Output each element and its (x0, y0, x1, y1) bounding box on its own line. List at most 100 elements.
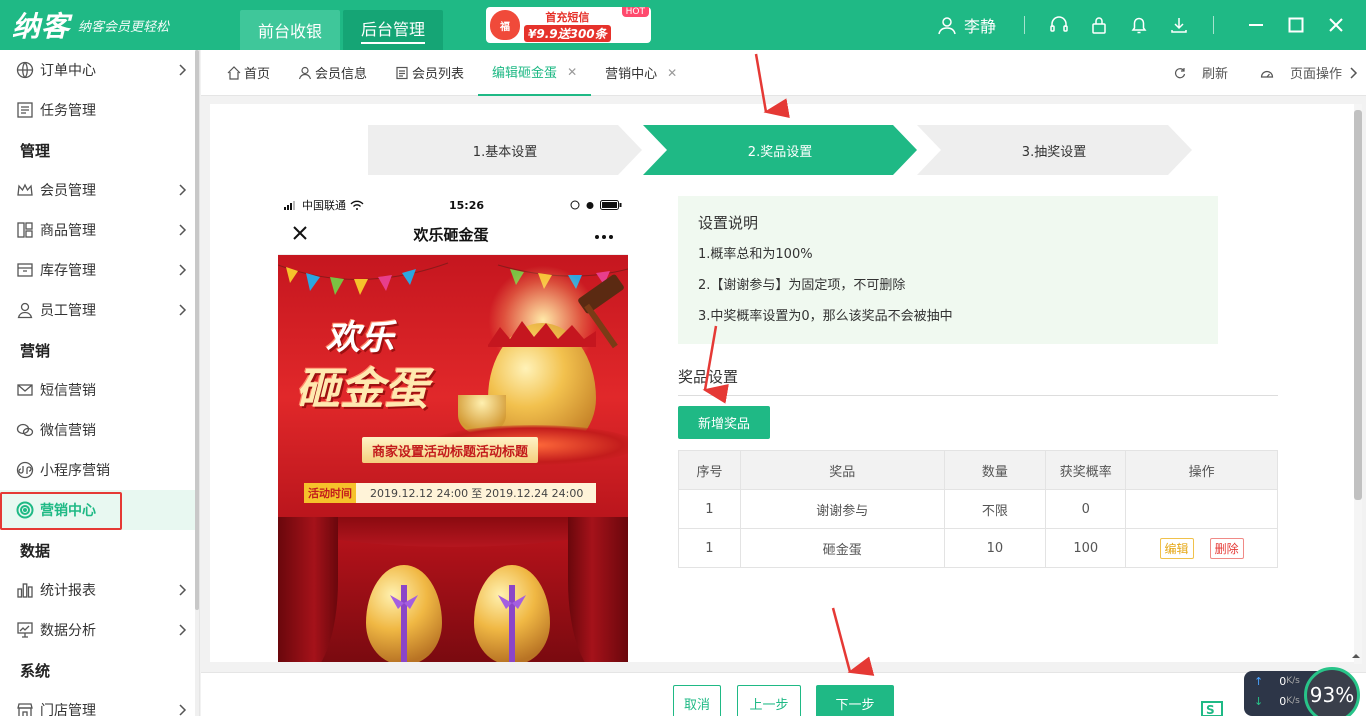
close-button[interactable] (1324, 13, 1348, 37)
top-bar: 纳客 纳客会员更轻松 前台收银 后台管理 福 首充短信 ¥9.9送300条 HO… (0, 0, 1366, 50)
main-scrollbar[interactable] (1354, 104, 1362, 664)
user-menu[interactable]: 李静 (928, 13, 996, 37)
network-speed-widget[interactable]: ↑ 0 K/s ↓ 0 K/s 93% (1244, 667, 1366, 716)
cancel-button[interactable]: 取消 (673, 685, 721, 716)
close-icon[interactable]: ✕ (567, 65, 577, 79)
page-tabs: 首页 会员信息 会员列表 编辑砸金蛋 ✕ 营销中心 ✕ 刷新 页面操作 (201, 50, 1366, 96)
inventory-icon (16, 261, 34, 279)
col-header: 操作 (1125, 450, 1278, 490)
tab-member-info[interactable]: 会员信息 (284, 50, 381, 96)
mail-icon (16, 381, 34, 399)
tab-member-list[interactable]: 会员列表 (381, 50, 478, 96)
instruction-line: 2.【谢谢参与】为固定项，不可删除 (698, 278, 906, 293)
tab-home[interactable]: 首页 (201, 50, 284, 96)
location-icon (570, 200, 580, 210)
refresh-button[interactable]: 刷新 (1158, 63, 1228, 82)
prize-section-title: 奖品设置 (678, 366, 1278, 396)
previous-step-button[interactable]: 上一步 (737, 685, 801, 716)
instructions-heading: 设置说明 (698, 214, 759, 232)
col-header: 数量 (943, 450, 1047, 490)
next-step-button[interactable]: 下一步 (816, 685, 894, 716)
sidebar-item-label: 门店管理 (40, 703, 96, 716)
sidebar-item[interactable]: 员工管理 (0, 290, 199, 330)
sidebar-item-label: 订单中心 (40, 63, 96, 79)
sidebar-item-label: 会员管理 (40, 183, 96, 199)
sidebar-item-label: 统计报表 (40, 583, 96, 599)
top-tab-admin[interactable]: 后台管理 (343, 10, 443, 50)
download-icon[interactable] (1167, 13, 1191, 37)
egg-ribbons (390, 585, 526, 662)
delete-prize-button[interactable]: 删除 (1209, 537, 1244, 559)
minimize-button[interactable] (1244, 13, 1268, 37)
user-icon (936, 14, 958, 36)
person-icon (16, 301, 34, 319)
step-prize-settings[interactable]: 2.奖品设置 (643, 125, 917, 175)
crown-icon (16, 181, 34, 199)
top-tab-cashier[interactable]: 前台收银 (240, 10, 340, 50)
settings-instructions: 设置说明 1.概率总和为100% 2.【谢谢参与】为固定项，不可删除 3.中奖概… (678, 196, 1218, 344)
sms-promo-banner[interactable]: 福 首充短信 ¥9.9送300条 HOT (486, 7, 651, 43)
phone-nav-bar: 欢乐砸金蛋 (278, 215, 628, 255)
chevron-right-icon (175, 263, 189, 277)
sidebar-item[interactable]: 订单中心 (0, 50, 199, 90)
sidebar-item-label: 任务管理 (40, 103, 96, 119)
sidebar-item-label: 员工管理 (40, 303, 96, 319)
memory-usage-gauge: 93% (1304, 667, 1360, 716)
edit-prize-button[interactable]: 编辑 (1159, 537, 1194, 559)
sidebar-item[interactable]: 数据分析 (0, 610, 199, 650)
promo-line2: ¥9.9送300条 (524, 24, 611, 42)
page-operations-button[interactable]: 页面操作 (1244, 63, 1342, 82)
lock-icon[interactable] (1087, 13, 1111, 37)
sidebar-item[interactable]: 统计报表 (0, 570, 199, 610)
home-icon (227, 65, 241, 80)
sidebar-item[interactable]: 营销中心 (0, 490, 199, 530)
logo-slogan: 纳客会员更轻松 (78, 19, 170, 35)
sidebar-item[interactable]: 微信营销 (0, 410, 199, 450)
phone-status-bar: 中国联通 15:26 (278, 195, 628, 215)
sidebar-item[interactable]: 小程序营销 (0, 450, 199, 490)
close-icon[interactable]: ✕ (667, 66, 677, 80)
scroll-up-arrow[interactable] (1350, 650, 1362, 662)
golden-egg-poster: 欢乐 砸金蛋 商家设置活动标题活动标题 活动时间 2019.12.12 24:0… (278, 255, 628, 662)
step-basic-settings[interactable]: 1.基本设置 (368, 125, 642, 175)
input-method-icon[interactable]: S (1200, 696, 1230, 716)
sidebar-scrollbar[interactable] (195, 50, 199, 716)
poster-time-label: 活动时间 (304, 483, 356, 503)
tab-marketing-center[interactable]: 营销中心 ✕ (591, 50, 691, 96)
sidebar-item[interactable]: 会员管理 (0, 170, 199, 210)
logo-mark: 纳客 (12, 10, 71, 43)
promo-line1: 首充短信 (545, 10, 590, 24)
sidebar-item[interactable]: 商品管理 (0, 210, 199, 250)
brand-logo: 纳客 纳客会员更轻松 (0, 0, 230, 50)
sidebar-item-label: 数据分析 (40, 623, 96, 639)
tabs-next-arrow[interactable] (1350, 66, 1358, 79)
task-icon (16, 101, 34, 119)
prize-table: 序号 奖品 数量 获奖概率 操作 1 谢谢参与 不限 0 1 砸金蛋 10 10… (678, 450, 1278, 568)
bell-icon[interactable] (1127, 13, 1151, 37)
col-header: 序号 (678, 450, 741, 490)
headset-icon[interactable] (1047, 13, 1071, 37)
sidebar-group-label: 系统 (20, 661, 51, 680)
sidebar-item-label: 小程序营销 (40, 463, 110, 479)
goods-icon (16, 221, 34, 239)
store-icon (16, 701, 34, 716)
sidebar-item-label: 商品管理 (40, 223, 96, 239)
battery-icon (599, 200, 622, 210)
refresh-icon (1174, 67, 1186, 79)
sidebar-item-label: 库存管理 (40, 263, 96, 279)
poster-title: 欢乐 砸金蛋 (296, 318, 428, 415)
step-draw-settings[interactable]: 3.抽奖设置 (917, 125, 1191, 175)
phone-preview: 中国联通 15:26 欢乐砸金蛋 欢乐 砸金蛋 商家设置活动标题活动标题 活动时… (278, 195, 628, 662)
red-bag-icon: 福 (490, 10, 520, 40)
sidebar-item[interactable]: 门店管理 (0, 690, 199, 716)
tab-edit-golden-egg[interactable]: 编辑砸金蛋 ✕ (478, 50, 592, 96)
sidebar-item[interactable]: 库存管理 (0, 250, 199, 290)
maximize-button[interactable] (1284, 13, 1308, 37)
add-prize-button[interactable]: 新增奖品 (678, 406, 770, 439)
sidebar-item[interactable]: 短信营销 (0, 370, 199, 410)
poster-banner: 商家设置活动标题活动标题 (362, 437, 538, 463)
sidebar-item[interactable]: 任务管理 (0, 90, 199, 130)
miniprogram-icon (16, 461, 34, 479)
col-header: 获奖概率 (1045, 450, 1127, 490)
carrier: 中国联通 (302, 199, 346, 212)
